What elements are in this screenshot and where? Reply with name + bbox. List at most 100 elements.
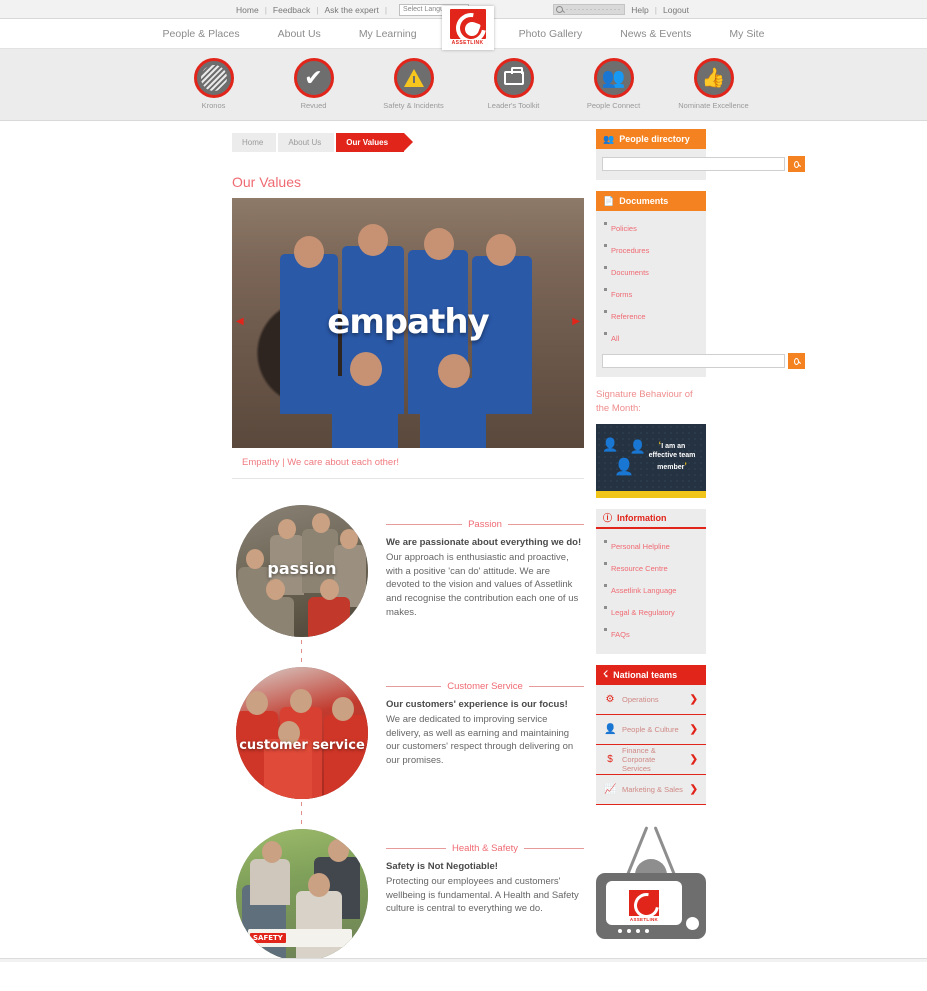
list-item: Documents: [604, 262, 700, 280]
signature-behaviour-title: Signature Behaviour of the Month:: [596, 389, 693, 415]
documents-link-reference[interactable]: Reference: [611, 312, 646, 321]
national-team-marketing-sales[interactable]: 📈 Marketing & Sales ❯: [596, 774, 706, 805]
breadcrumb: Home About Us Our Values: [232, 133, 584, 152]
chevron-right-icon: ❯: [689, 723, 698, 735]
quicklink-leaders-toolkit[interactable]: Leader's Toolkit: [476, 58, 552, 110]
signature-behaviour-card[interactable]: 👤 👤 👤 ‘I am an effective team member’: [596, 423, 706, 498]
documents-link-policies[interactable]: Policies: [611, 224, 637, 233]
tv-screen: ASSETLINK: [606, 880, 682, 925]
nav-item-my-learning[interactable]: My Learning: [340, 28, 436, 40]
documents-link-all[interactable]: All: [611, 334, 619, 343]
banner-word: empathy: [327, 302, 489, 342]
value-photo-passion[interactable]: passion: [236, 505, 368, 637]
national-team-people-culture[interactable]: 👤 People & Culture ❯: [596, 714, 706, 745]
list-item: FAQs: [604, 624, 700, 642]
quicklink-label: Leader's Toolkit: [487, 101, 540, 111]
info-icon: ⓘ: [603, 513, 613, 523]
value-name: Passion: [468, 519, 502, 530]
documents-icon: 📄: [603, 195, 615, 206]
thumbs-up-icon: 👍: [693, 58, 734, 99]
logout-link[interactable]: Logout: [663, 5, 689, 15]
topbar-link-feedback[interactable]: Feedback: [273, 5, 310, 15]
information-link-assetlink-language[interactable]: Assetlink Language: [611, 586, 676, 595]
quote-close-icon: ’: [684, 461, 687, 472]
value-name: Health & Safety: [452, 843, 519, 854]
documents-link-list: Policies Procedures Documents Forms Refe…: [602, 218, 700, 346]
value-item-health-safety: SAFETY Health & Safety Safety is Not Neg…: [232, 829, 585, 961]
main-column: Home About Us Our Values Our Values empa…: [232, 129, 585, 991]
global-search-box[interactable]: [553, 4, 626, 15]
quicklink-kronos[interactable]: Kronos: [176, 58, 252, 110]
information-link-personal-helpline[interactable]: Personal Helpline: [611, 542, 670, 551]
nav-item-about-us[interactable]: About Us: [259, 28, 340, 40]
nav-item-my-site[interactable]: My Site: [710, 28, 783, 40]
value-lead: Our customers' experience is our focus!: [386, 699, 568, 710]
documents-link-procedures[interactable]: Procedures: [611, 246, 649, 255]
value-heading: Passion: [386, 519, 584, 530]
quicklink-people-connect[interactable]: 👥 People Connect: [576, 58, 652, 110]
banner-prev-arrow[interactable]: ◀: [236, 316, 244, 327]
help-link[interactable]: Help: [631, 5, 648, 15]
search-input[interactable]: [566, 9, 622, 10]
topbar-link-home[interactable]: Home: [236, 5, 259, 15]
value-rule-left: [386, 524, 463, 525]
breadcrumb-item-home[interactable]: Home: [232, 133, 277, 152]
panel-header: 👥 People directory: [596, 129, 706, 149]
list-item: Assetlink Language: [604, 580, 700, 598]
people-directory-search-input[interactable]: [602, 157, 785, 171]
assetlink-logo[interactable]: ASSETLINK: [441, 5, 494, 50]
topbar-separator: |: [316, 4, 319, 15]
kronos-icon: [193, 58, 234, 99]
value-body: Our approach is enthusiastic and proacti…: [386, 551, 579, 618]
documents-search-button[interactable]: [788, 353, 805, 369]
banner-caption: Empathy | We care about each other!: [232, 448, 584, 479]
documents-link-forms[interactable]: Forms: [611, 290, 632, 299]
value-rule-left: [386, 848, 446, 849]
panel-header: ⓘ Information: [596, 508, 706, 529]
quicklinks-strip: Kronos ✔ Revued Safety & Incidents Leade…: [0, 49, 927, 121]
national-team-finance-corporate-services[interactable]: $ Finance & Corporate Services ❯: [596, 744, 706, 775]
check-icon: ✔: [293, 58, 334, 99]
documents-link-documents[interactable]: Documents: [611, 268, 649, 277]
breadcrumb-item-about-us[interactable]: About Us: [278, 133, 335, 152]
assetlink-logo-icon: [629, 889, 659, 916]
quicklink-safety-incidents[interactable]: Safety & Incidents: [376, 58, 452, 110]
nav-item-news-events[interactable]: News & Events: [601, 28, 710, 40]
panel-signature-behaviour: Signature Behaviour of the Month: 👤 👤 👤 …: [596, 388, 706, 498]
national-team-label: Marketing & Sales: [622, 784, 683, 794]
quicklink-revued[interactable]: ✔ Revued: [276, 58, 352, 110]
nav-item-photo-gallery[interactable]: Photo Gallery: [500, 28, 602, 40]
breadcrumb-item-our-values[interactable]: Our Values: [336, 133, 413, 152]
retro-tv-icon[interactable]: ASSETLINK: [596, 821, 706, 941]
documents-search: [602, 353, 805, 369]
banner-next-arrow[interactable]: ▶: [572, 316, 580, 327]
list-item: Resource Centre: [604, 558, 700, 576]
empathy-banner[interactable]: empathy ◀ ▶: [232, 198, 584, 448]
nav-group-right: Photo Gallery News & Events My Site: [500, 28, 784, 40]
documents-search-input[interactable]: [602, 354, 785, 368]
assetlink-logo-icon: [449, 9, 486, 39]
information-link-resource-centre[interactable]: Resource Centre: [611, 564, 668, 573]
topbar-link-ask-the-expert[interactable]: Ask the expert: [324, 5, 378, 15]
information-link-legal-regulatory[interactable]: Legal & Regulatory: [611, 608, 675, 617]
people-directory-search-button[interactable]: [788, 156, 805, 172]
value-body: Protecting our employees and customers' …: [386, 875, 579, 915]
value-name: Customer Service: [447, 681, 523, 692]
dollar-icon: $: [607, 753, 613, 765]
value-photo-word: customer service: [239, 738, 365, 753]
value-photo-customer-service[interactable]: customer service: [236, 667, 368, 799]
list-item: Policies: [604, 218, 700, 236]
list-item: Personal Helpline: [604, 536, 700, 554]
value-rule-right: [524, 848, 585, 849]
quicklink-nominate-excellence[interactable]: 👍 Nominate Excellence: [676, 58, 752, 110]
list-item: Legal & Regulatory: [604, 602, 700, 620]
information-link-faqs[interactable]: FAQs: [611, 630, 630, 639]
value-photo-health-safety[interactable]: SAFETY: [236, 829, 368, 961]
nav-item-people-places[interactable]: People & Places: [144, 28, 259, 40]
national-team-operations[interactable]: ⚙ Operations ❯: [596, 684, 706, 715]
page-root: Home | Feedback | Ask the expert | Selec…: [0, 0, 927, 962]
panel-body: Personal Helpline Resource Centre Assetl…: [596, 528, 706, 654]
tv-screen-label: ASSETLINK: [629, 916, 659, 922]
panel-header: 📄 Documents: [596, 191, 706, 211]
value-lead: Safety is Not Negotiable!: [386, 861, 498, 872]
